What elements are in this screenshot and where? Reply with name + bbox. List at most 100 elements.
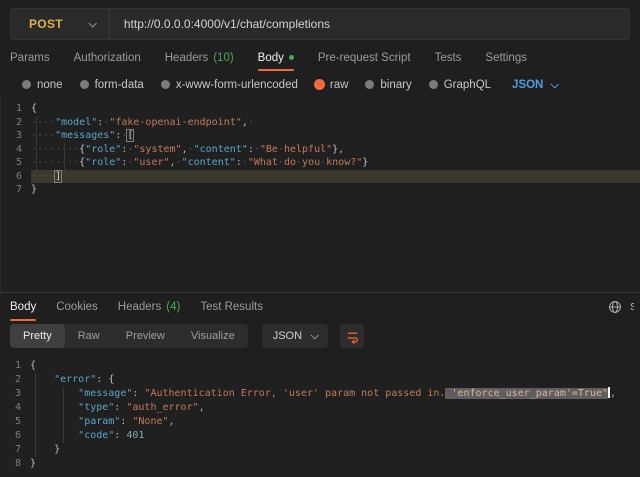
token-str: "Authentication Error, 'user' param not … [144, 388, 445, 399]
token-ws: · [248, 117, 254, 128]
wrap-text-icon [345, 329, 360, 344]
url-input[interactable]: http://0.0.0.0:4000/v1/chat/completions [110, 17, 330, 31]
token-str: "system" [133, 144, 181, 155]
view-raw[interactable]: Raw [65, 324, 113, 348]
token-ws [30, 416, 78, 427]
code-line-6[interactable]: 6····] [1, 170, 640, 184]
tab-body[interactable]: Body [258, 44, 294, 71]
code-line-4[interactable]: 4········{"role":·"system",·"content":·"… [1, 143, 640, 157]
line-number: 7 [0, 443, 30, 457]
response-tab-body[interactable]: Body [10, 293, 36, 321]
code-line-7[interactable]: 7} [1, 183, 640, 197]
tab-label: Headers [118, 301, 161, 313]
line-number: 4 [1, 143, 31, 157]
token-punct: , [610, 388, 616, 399]
radio-raw[interactable]: raw [315, 79, 349, 91]
token-ws: ········ [31, 157, 79, 168]
radio-label: GraphQL [444, 79, 491, 91]
token-brace: } [54, 444, 60, 455]
view-pretty[interactable]: Pretty [10, 324, 65, 348]
tab-pre-request-script[interactable]: Pre-request Script [318, 44, 411, 71]
code-content: { [31, 102, 640, 116]
tab-settings[interactable]: Settings [485, 44, 527, 71]
clipped-status-text: S [630, 302, 634, 313]
radio-icon [80, 80, 89, 89]
token-str: do [284, 157, 296, 168]
chevron-down-icon [551, 80, 559, 88]
code-line-7[interactable]: 7 } [0, 443, 640, 457]
code-line-6[interactable]: 6 "code": 401 [0, 429, 640, 443]
radio-selected-icon [315, 80, 324, 89]
response-language-dropdown[interactable]: JSON [262, 324, 328, 348]
token-punct: , [169, 416, 175, 427]
wrap-text-button[interactable] [340, 324, 364, 348]
response-tab-headers[interactable]: Headers (4) [118, 293, 181, 321]
radio-icon [429, 80, 438, 89]
token-punct: , [199, 402, 205, 413]
request-url-bar: POST http://0.0.0.0:4000/v1/chat/complet… [10, 8, 630, 40]
response-meta-area: S [608, 293, 634, 321]
language-label: JSON [512, 79, 543, 91]
radio-none[interactable]: none [22, 79, 63, 91]
code-content: } [30, 457, 640, 471]
token-ws [30, 430, 78, 441]
tab-params[interactable]: Params [10, 44, 50, 71]
code-line-5[interactable]: 5 "param": "None", [0, 415, 640, 429]
radio-x-www-form-urlencoded[interactable]: x-www-form-urlencoded [161, 79, 298, 91]
radio-graphql[interactable]: GraphQL [429, 79, 491, 91]
body-type-row: none form-data x-www-form-urlencoded raw… [0, 71, 640, 98]
token-brace: } [362, 157, 368, 168]
method-selector[interactable]: POST [11, 9, 109, 39]
line-number: 5 [1, 156, 31, 170]
view-mode-segments: Pretty Raw Preview Visualize [10, 324, 248, 348]
view-visualize[interactable]: Visualize [178, 324, 248, 348]
token-key: "message" [78, 388, 132, 399]
response-body-viewer[interactable]: 1{2 "error": {3 "message": "Authenticati… [0, 354, 640, 473]
code-line-1[interactable]: 1{ [1, 102, 640, 116]
token-box: [ [127, 130, 133, 141]
line-number: 2 [1, 116, 31, 130]
radio-form-data[interactable]: form-data [80, 79, 144, 91]
chevron-down-icon [88, 19, 96, 27]
code-line-5[interactable]: 5········{"role":·"user",·"content":·"Wh… [1, 156, 640, 170]
token-brace: { [30, 360, 36, 371]
tab-headers[interactable]: Headers (10) [165, 44, 234, 71]
code-content: "message": "Authentication Error, 'user'… [30, 387, 640, 401]
raw-language-dropdown[interactable]: JSON [512, 79, 557, 91]
code-line-2[interactable]: 2····"model":·"fake-openai-endpoint",· [1, 116, 640, 130]
token-ws: ···· [31, 117, 55, 128]
response-tabs: Body Cookies Headers (4) Test Results S [0, 293, 640, 321]
code-content: ····] [31, 170, 640, 184]
radio-icon [365, 80, 374, 89]
tab-label: Params [10, 52, 50, 64]
token-str: "What [248, 157, 278, 168]
radio-binary[interactable]: binary [365, 79, 411, 91]
code-line-1[interactable]: 1{ [0, 359, 640, 373]
token-key: "content" [194, 144, 248, 155]
request-body-editor[interactable]: 1{2····"model":·"fake-openai-endpoint",·… [0, 98, 640, 292]
active-tab-underline [258, 69, 294, 71]
token-str: "fake-openai-endpoint" [109, 117, 241, 128]
radio-label: form-data [95, 79, 144, 91]
code-line-3[interactable]: 3····"messages":·[ [1, 129, 640, 143]
code-line-2[interactable]: 2 "error": { [0, 373, 640, 387]
response-toolbar: Pretty Raw Preview Visualize JSON [10, 324, 630, 348]
line-number: 1 [0, 359, 30, 373]
code-line-8[interactable]: 8} [0, 457, 640, 471]
response-tab-cookies[interactable]: Cookies [56, 293, 98, 321]
token-key: "code" [78, 430, 114, 441]
response-tab-test-results[interactable]: Test Results [200, 293, 263, 321]
tab-label: Tests [435, 52, 462, 64]
token-num: 401 [126, 430, 144, 441]
tab-tests[interactable]: Tests [435, 44, 462, 71]
globe-icon[interactable] [608, 300, 622, 314]
token-ws: ···· [31, 130, 55, 141]
code-content: "code": 401 [30, 429, 640, 443]
tab-authorization[interactable]: Authorization [74, 44, 141, 71]
view-preview[interactable]: Preview [113, 324, 178, 348]
response-section: Body Cookies Headers (4) Test Results S … [0, 292, 640, 473]
code-line-3[interactable]: 3 "message": "Authentication Error, 'use… [0, 387, 640, 401]
code-line-4[interactable]: 4 "type": "auth_error", [0, 401, 640, 415]
code-content: "param": "None", [30, 415, 640, 429]
headers-count-badge: (4) [166, 301, 180, 313]
